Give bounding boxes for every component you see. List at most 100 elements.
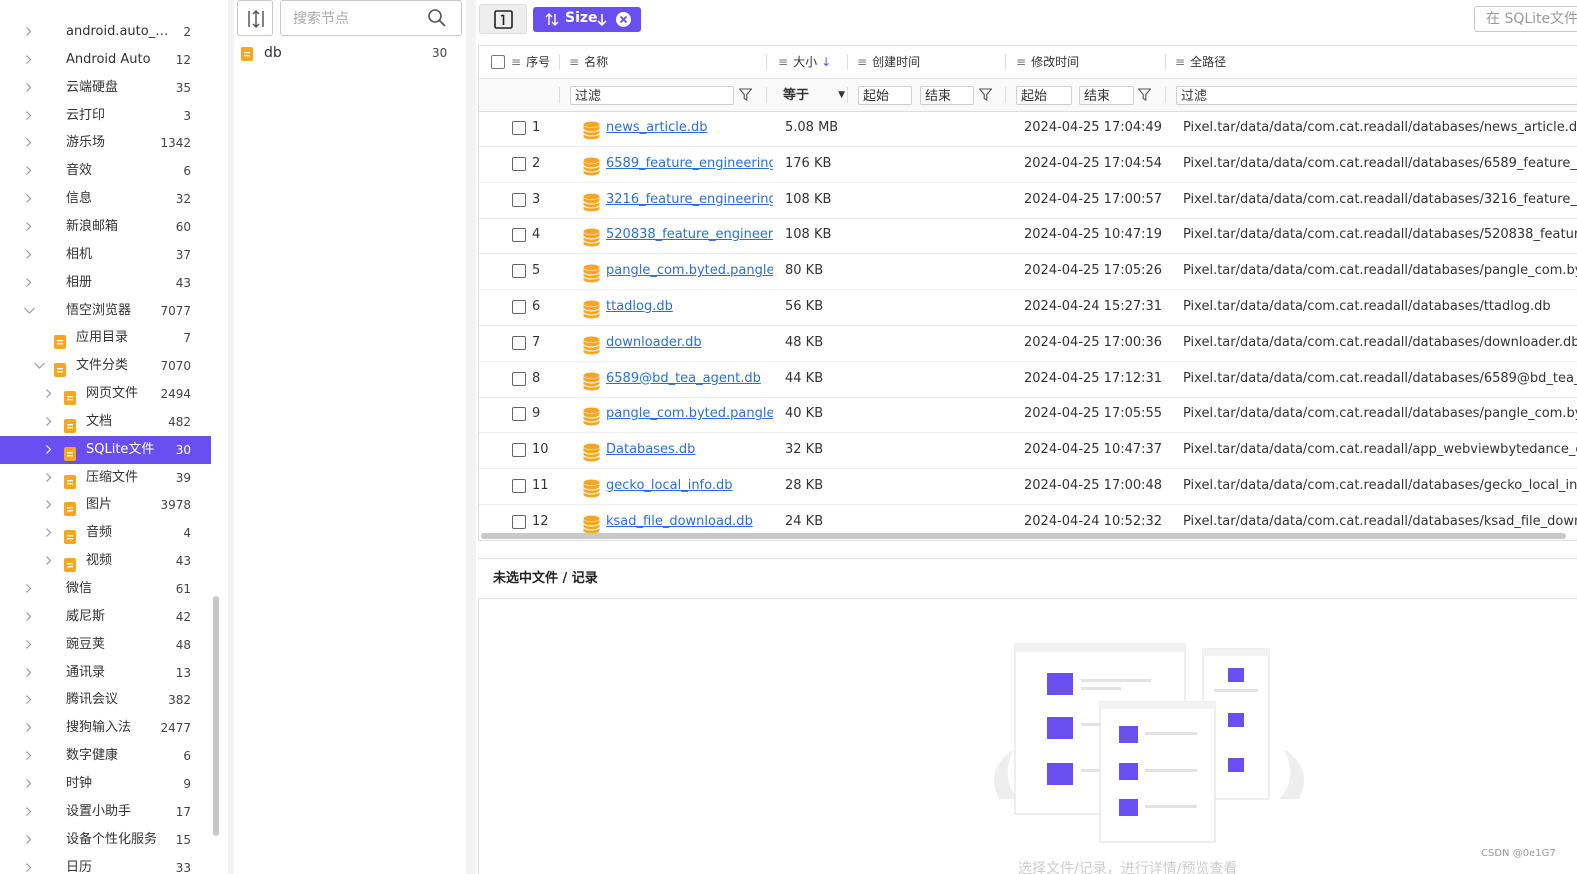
- column-divider[interactable]: [1005, 54, 1006, 70]
- tree-item[interactable]: 图片 3978: [0, 491, 211, 519]
- chevron-right-icon[interactable]: [24, 806, 33, 816]
- select-all-checkbox[interactable]: [491, 55, 505, 69]
- row-checkbox[interactable]: [512, 121, 526, 135]
- chevron-right-icon[interactable]: [44, 416, 53, 426]
- table-row[interactable]: 4 520838_feature_engineering.db 108 KB 2024…: [479, 217, 1577, 255]
- tree-item[interactable]: 网页文件 2494: [0, 380, 211, 408]
- name-filter-input[interactable]: 过滤: [570, 86, 734, 105]
- path-filter-input[interactable]: 过滤: [1176, 86, 1577, 105]
- file-name-link[interactable]: gecko_local_info.db: [606, 468, 773, 504]
- row-checkbox[interactable]: [512, 300, 526, 314]
- file-name-link[interactable]: 3216_feature_engineering.db: [606, 182, 773, 218]
- row-checkbox[interactable]: [512, 371, 526, 386]
- tree-item[interactable]: 云打印 3: [0, 102, 211, 130]
- tree-item[interactable]: 音频 4: [0, 519, 211, 547]
- column-header-index[interactable]: ≡ 序号: [511, 46, 550, 78]
- tree-item[interactable]: 豌豆荚 48: [0, 631, 211, 659]
- chevron-right-icon[interactable]: [24, 54, 33, 64]
- tree-item[interactable]: 新浪邮箱 60: [0, 213, 211, 241]
- chevron-right-icon[interactable]: [24, 723, 33, 733]
- node-item-db[interactable]: db 30: [236, 40, 458, 68]
- file-name-link[interactable]: 520838_feature_engineering.db: [606, 217, 773, 253]
- tree-item[interactable]: 文件分类 7070: [0, 352, 211, 380]
- chevron-down-icon[interactable]: [34, 361, 45, 370]
- table-row[interactable]: 9 pangle_com.byted.pangle_l 40 KB 2024-04-2…: [479, 396, 1577, 434]
- column-divider[interactable]: [559, 54, 560, 70]
- mtime-end-input[interactable]: 结束: [1079, 86, 1134, 105]
- table-row[interactable]: 8 6589@bd_tea_agent.db 44 KB 2024-04-25 17:…: [479, 361, 1577, 398]
- chevron-right-icon[interactable]: [44, 444, 53, 454]
- chevron-right-icon[interactable]: [24, 667, 33, 677]
- row-checkbox[interactable]: [512, 264, 526, 279]
- row-checkbox[interactable]: [512, 156, 526, 171]
- tree-item[interactable]: 搜狗输入法 2477: [0, 714, 211, 742]
- file-name-link[interactable]: 6589@bd_tea_agent.db: [606, 361, 773, 397]
- chevron-right-icon[interactable]: [24, 138, 33, 148]
- size-operator-select[interactable]: 等于 ▼: [777, 86, 845, 105]
- tree-item[interactable]: android.auto_g... 2: [0, 18, 211, 46]
- file-name-link[interactable]: ttadlog.db: [606, 289, 773, 325]
- file-name-link[interactable]: pangle_com.byted.pangle_l: [606, 396, 773, 432]
- search-icon[interactable]: [427, 8, 447, 28]
- mtime-start-input[interactable]: 起始: [1016, 86, 1072, 105]
- tree-item[interactable]: 腾讯会议 382: [0, 686, 211, 714]
- tree-item[interactable]: 时钟 9: [0, 770, 211, 798]
- tree-item[interactable]: 通讯录 13: [0, 659, 211, 687]
- tree-item[interactable]: 威尼斯 42: [0, 603, 211, 631]
- funnel-icon[interactable]: [979, 88, 992, 101]
- column-divider[interactable]: [766, 54, 767, 70]
- close-icon[interactable]: [615, 11, 632, 28]
- node-search[interactable]: [280, 0, 462, 36]
- sort-chip-size[interactable]: Size: [533, 7, 641, 32]
- tree-item[interactable]: 相机 37: [0, 241, 211, 269]
- table-row[interactable]: 7 downloader.db 48 KB 2024-04-25 17:00:36 Pi…: [479, 325, 1577, 362]
- column-divider[interactable]: [1165, 54, 1166, 70]
- tree-item[interactable]: 云端硬盘 35: [0, 74, 211, 102]
- tree-item[interactable]: 相册 43: [0, 269, 211, 297]
- chevron-right-icon[interactable]: [44, 472, 53, 482]
- row-checkbox[interactable]: [512, 407, 526, 422]
- column-header-size[interactable]: ≡ 大小 ↓: [778, 46, 831, 78]
- tree-item[interactable]: 悟空浏览器 7077: [0, 297, 211, 325]
- pane-divider[interactable]: [466, 0, 476, 874]
- tree-item[interactable]: 文档 482: [0, 408, 211, 436]
- row-checkbox[interactable]: [512, 479, 526, 493]
- table-row[interactable]: 1 news_article.db 5.08 MB 2024-04-25 17:04:…: [479, 110, 1577, 147]
- chevron-right-icon[interactable]: [24, 222, 33, 231]
- tree-item[interactable]: Android Auto 12: [0, 46, 211, 74]
- chevron-right-icon[interactable]: [24, 166, 33, 176]
- chevron-right-icon[interactable]: [24, 611, 33, 621]
- file-name-link[interactable]: downloader.db: [606, 325, 773, 361]
- tree-item[interactable]: 游乐场 1342: [0, 129, 211, 157]
- chevron-right-icon[interactable]: [24, 110, 33, 120]
- column-header-path[interactable]: ≡ 全路径: [1175, 46, 1226, 78]
- row-checkbox[interactable]: [512, 228, 526, 243]
- file-name-link[interactable]: Databases.db: [606, 432, 773, 468]
- row-checkbox[interactable]: [512, 335, 526, 350]
- row-checkbox[interactable]: [512, 192, 526, 207]
- table-row[interactable]: 6 ttadlog.db 56 KB 2024-04-24 15:27:31 Pixel…: [479, 289, 1577, 326]
- chevron-right-icon[interactable]: [24, 779, 33, 788]
- column-divider[interactable]: [847, 54, 848, 70]
- chevron-right-icon[interactable]: [24, 82, 33, 92]
- column-header-mtime[interactable]: ≡ 修改时间: [1016, 46, 1079, 78]
- content-search-input[interactable]: 在 SQLite文件: [1474, 6, 1577, 32]
- sort-toggle-button[interactable]: [237, 0, 273, 36]
- tree-item[interactable]: 微信 61: [0, 575, 211, 603]
- table-row[interactable]: 2 6589_feature_engineering.db 176 KB 2024-0…: [479, 146, 1577, 183]
- row-checkbox[interactable]: [512, 443, 526, 458]
- table-row[interactable]: 10 Databases.db 32 KB 2024-04-25 10:47:37 Pi…: [479, 432, 1577, 470]
- tree-item[interactable]: 音效 6: [0, 157, 211, 185]
- chevron-right-icon[interactable]: [24, 834, 33, 844]
- ctime-end-input[interactable]: 结束: [920, 86, 974, 105]
- ctime-start-input[interactable]: 起始: [858, 86, 912, 105]
- row-checkbox[interactable]: [512, 514, 526, 529]
- chevron-right-icon[interactable]: [44, 556, 53, 566]
- chevron-right-icon[interactable]: [24, 27, 33, 36]
- table-row[interactable]: 3 3216_feature_engineering.db 108 KB 2024-0…: [479, 182, 1577, 219]
- chevron-down-icon[interactable]: [24, 306, 35, 315]
- tree-scrollbar[interactable]: [213, 596, 219, 836]
- tree-item[interactable]: 日历 33: [0, 854, 211, 874]
- tree-item[interactable]: 设置小助手 17: [0, 798, 211, 826]
- chevron-right-icon[interactable]: [24, 751, 33, 761]
